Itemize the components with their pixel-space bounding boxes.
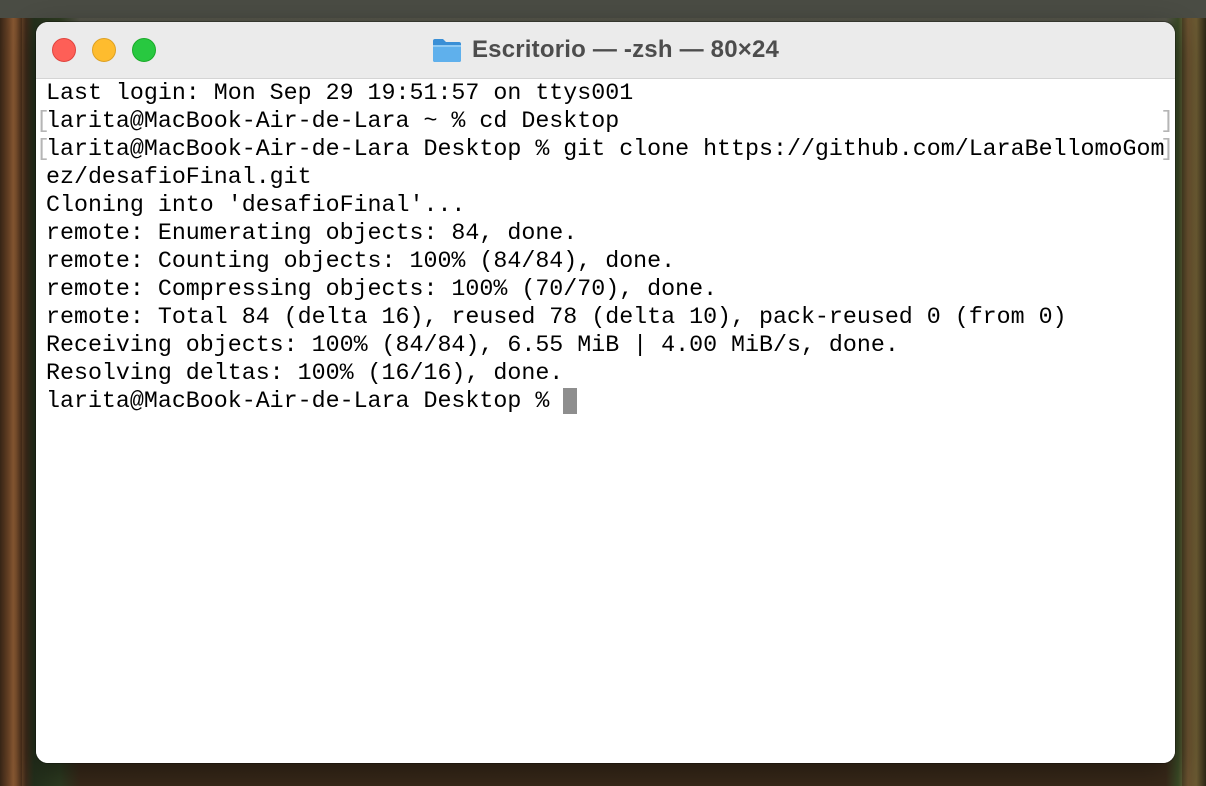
terminal-line-text: remote: Enumerating objects: 84, done.	[46, 220, 578, 246]
wallpaper-tree-trunk	[1182, 0, 1206, 786]
wallpaper-tree-trunk	[0, 0, 22, 786]
folder-icon	[432, 37, 462, 63]
terminal-prompt-line[interactable]: larita@MacBook-Air-de-Lara Desktop %	[36, 387, 1175, 415]
text-cursor	[563, 388, 578, 414]
terminal-line: Cloning into 'desafioFinal'...	[36, 191, 1175, 219]
window-title-group: Escritorio — -zsh — 80×24	[36, 22, 1175, 78]
terminal-line: remote: Counting objects: 100% (84/84), …	[36, 247, 1175, 275]
terminal-line-text: ez/desafioFinal.git	[46, 164, 312, 190]
terminal-line: [larita@MacBook-Air-de-Lara Desktop % gi…	[36, 135, 1175, 163]
terminal-line: remote: Enumerating objects: 84, done.	[36, 219, 1175, 247]
title-bar[interactable]: Escritorio — -zsh — 80×24	[36, 22, 1175, 79]
terminal-line: remote: Compressing objects: 100% (70/70…	[36, 275, 1175, 303]
terminal-output[interactable]: Last login: Mon Sep 29 19:51:57 on ttys0…	[36, 79, 1175, 763]
terminal-line-text: larita@MacBook-Air-de-Lara Desktop % git…	[46, 136, 1165, 162]
desktop-top-strip	[0, 0, 1206, 18]
terminal-prompt: larita@MacBook-Air-de-Lara Desktop %	[46, 388, 564, 414]
terminal-line: ez/desafioFinal.git	[36, 163, 1175, 191]
terminal-line-text: Last login: Mon Sep 29 19:51:57 on ttys0…	[46, 80, 634, 106]
mark-bracket-left: [	[36, 108, 50, 134]
terminal-line: remote: Total 84 (delta 16), reused 78 (…	[36, 303, 1175, 331]
mark-bracket-left: [	[36, 136, 50, 162]
terminal-line: Resolving deltas: 100% (16/16), done.	[36, 359, 1175, 387]
terminal-line-text: larita@MacBook-Air-de-Lara ~ % cd Deskto…	[46, 108, 620, 134]
terminal-line-text: remote: Counting objects: 100% (84/84), …	[46, 248, 676, 274]
terminal-line-text: Receiving objects: 100% (84/84), 6.55 Mi…	[46, 332, 899, 358]
mark-bracket-right: ]	[1160, 108, 1174, 134]
mark-bracket-right: ]	[1160, 136, 1174, 162]
window-title: Escritorio — -zsh — 80×24	[471, 36, 780, 63]
terminal-window[interactable]: Escritorio — -zsh — 80×24 Last login: Mo…	[36, 22, 1175, 763]
terminal-line-text: Resolving deltas: 100% (16/16), done.	[46, 360, 564, 386]
terminal-line-text: remote: Total 84 (delta 16), reused 78 (…	[46, 304, 1067, 330]
terminal-line: Last login: Mon Sep 29 19:51:57 on ttys0…	[36, 79, 1175, 107]
terminal-line-text: Cloning into 'desafioFinal'...	[46, 192, 466, 218]
terminal-line: Receiving objects: 100% (84/84), 6.55 Mi…	[36, 331, 1175, 359]
terminal-line-text: remote: Compressing objects: 100% (70/70…	[46, 276, 718, 302]
terminal-line: [larita@MacBook-Air-de-Lara ~ % cd Deskt…	[36, 107, 1175, 135]
